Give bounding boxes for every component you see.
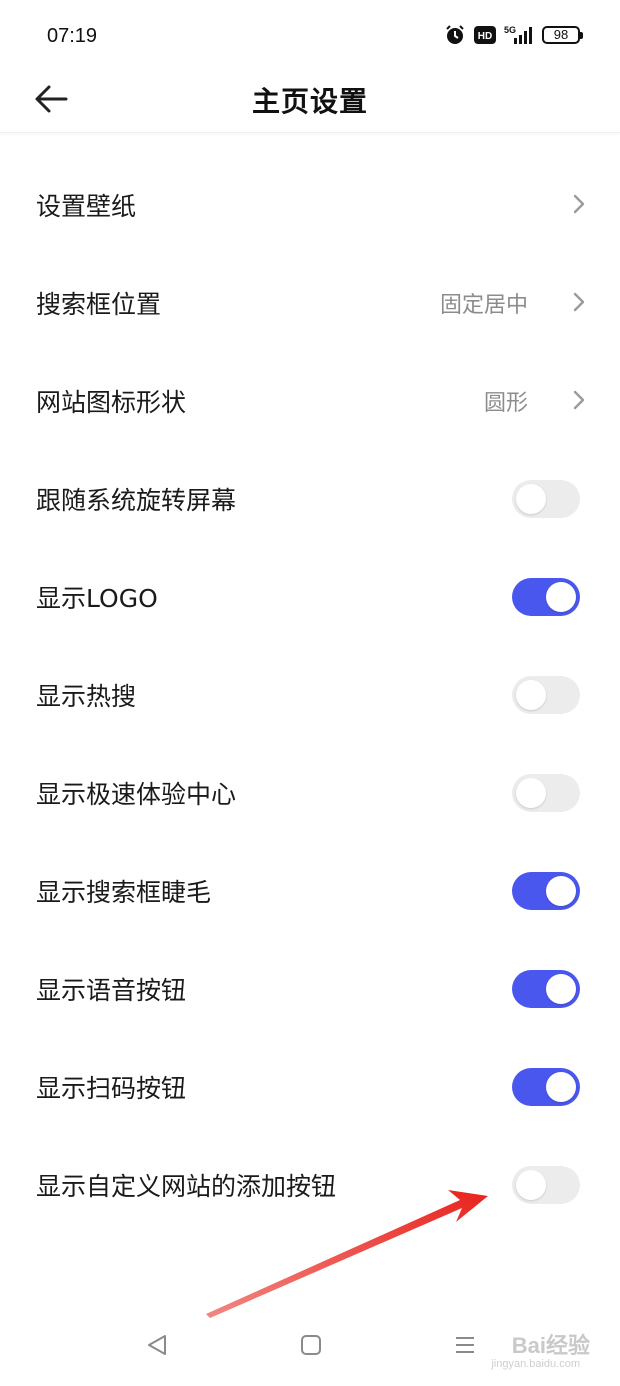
signal-icon: 5G (504, 25, 534, 45)
watermark-logo: Bai经验 (511, 1333, 590, 1358)
setting-label: 设置壁纸 (36, 192, 137, 221)
toggle-knob (546, 974, 576, 1004)
settings-row[interactable]: 显示语音按钮 (0, 940, 620, 1038)
nav-home-button[interactable] (296, 1330, 326, 1360)
setting-label: 显示自定义网站的添加按钮 (36, 1172, 337, 1201)
toggle-knob (546, 876, 576, 906)
toggle-knob (516, 484, 546, 514)
toggle-switch[interactable] (512, 774, 580, 812)
hd-icon: HD (474, 26, 496, 44)
settings-row[interactable]: 设置壁纸 (0, 156, 620, 254)
toggle-knob (546, 1072, 576, 1102)
toggle-switch[interactable] (512, 970, 580, 1008)
setting-label: 跟随系统旋转屏幕 (36, 486, 237, 515)
toggle-knob (516, 1170, 546, 1200)
toggle-switch[interactable] (512, 1166, 580, 1204)
setting-value: 固定居中 (439, 293, 528, 318)
setting-label: 显示LOGO (36, 584, 158, 613)
chevron-right-icon (573, 194, 585, 214)
toggle-knob (546, 582, 576, 612)
toggle-switch[interactable] (512, 480, 580, 518)
setting-label: 显示极速体验中心 (36, 780, 237, 809)
chevron-right-icon (573, 292, 585, 312)
settings-row[interactable]: 跟随系统旋转屏幕 (0, 450, 620, 548)
toggle-switch[interactable] (512, 578, 580, 616)
settings-row[interactable]: 网站图标形状 圆形 (0, 352, 620, 450)
settings-list: 设置壁纸搜索框位置 固定居中网站图标形状 圆形跟随系统旋转屏幕 显示LOGO 显示热搜显… (0, 156, 620, 1234)
watermark-url: jingyan.baidu.com (491, 1358, 580, 1370)
settings-row[interactable]: 搜索框位置 固定居中 (0, 254, 620, 352)
alarm-icon (444, 24, 466, 46)
setting-label: 网站图标形状 (36, 388, 187, 417)
toggle-switch[interactable] (512, 872, 580, 910)
battery-icon: 98 (542, 26, 583, 44)
toggle-switch[interactable] (512, 676, 580, 714)
menu-lines-icon (456, 1337, 474, 1353)
back-triangle-icon (148, 1335, 166, 1355)
toggle-switch[interactable] (512, 1068, 580, 1106)
settings-row[interactable]: 显示极速体验中心 (0, 744, 620, 842)
status-bar: 07:19 HD 5G 98 (0, 0, 620, 72)
status-icons: HD 5G 98 (444, 24, 583, 46)
network-text: 5G (504, 25, 516, 35)
setting-label: 显示搜索框睫毛 (36, 878, 212, 907)
setting-label: 显示热搜 (36, 682, 137, 711)
setting-value: 圆形 (483, 391, 528, 416)
toggle-knob (516, 680, 546, 710)
settings-row[interactable]: 显示搜索框睫毛 (0, 842, 620, 940)
nav-menu-button[interactable] (450, 1330, 480, 1360)
status-time: 07:19 (47, 25, 98, 47)
home-square-icon (301, 1335, 321, 1355)
app-header: 主页设置 (0, 72, 620, 133)
setting-label: 显示扫码按钮 (36, 1074, 187, 1103)
settings-row[interactable]: 显示自定义网站的添加按钮 (0, 1136, 620, 1234)
setting-label: 搜索框位置 (36, 290, 162, 319)
settings-row[interactable]: 显示热搜 (0, 646, 620, 744)
setting-label: 显示语音按钮 (36, 976, 187, 1005)
hd-text: HD (478, 31, 492, 42)
settings-row[interactable]: 显示扫码按钮 (0, 1038, 620, 1136)
toggle-knob (516, 778, 546, 808)
nav-back-button[interactable] (142, 1330, 172, 1360)
chevron-right-icon (573, 390, 585, 410)
page-title: 主页设置 (251, 85, 368, 118)
settings-row[interactable]: 显示LOGO (0, 548, 620, 646)
